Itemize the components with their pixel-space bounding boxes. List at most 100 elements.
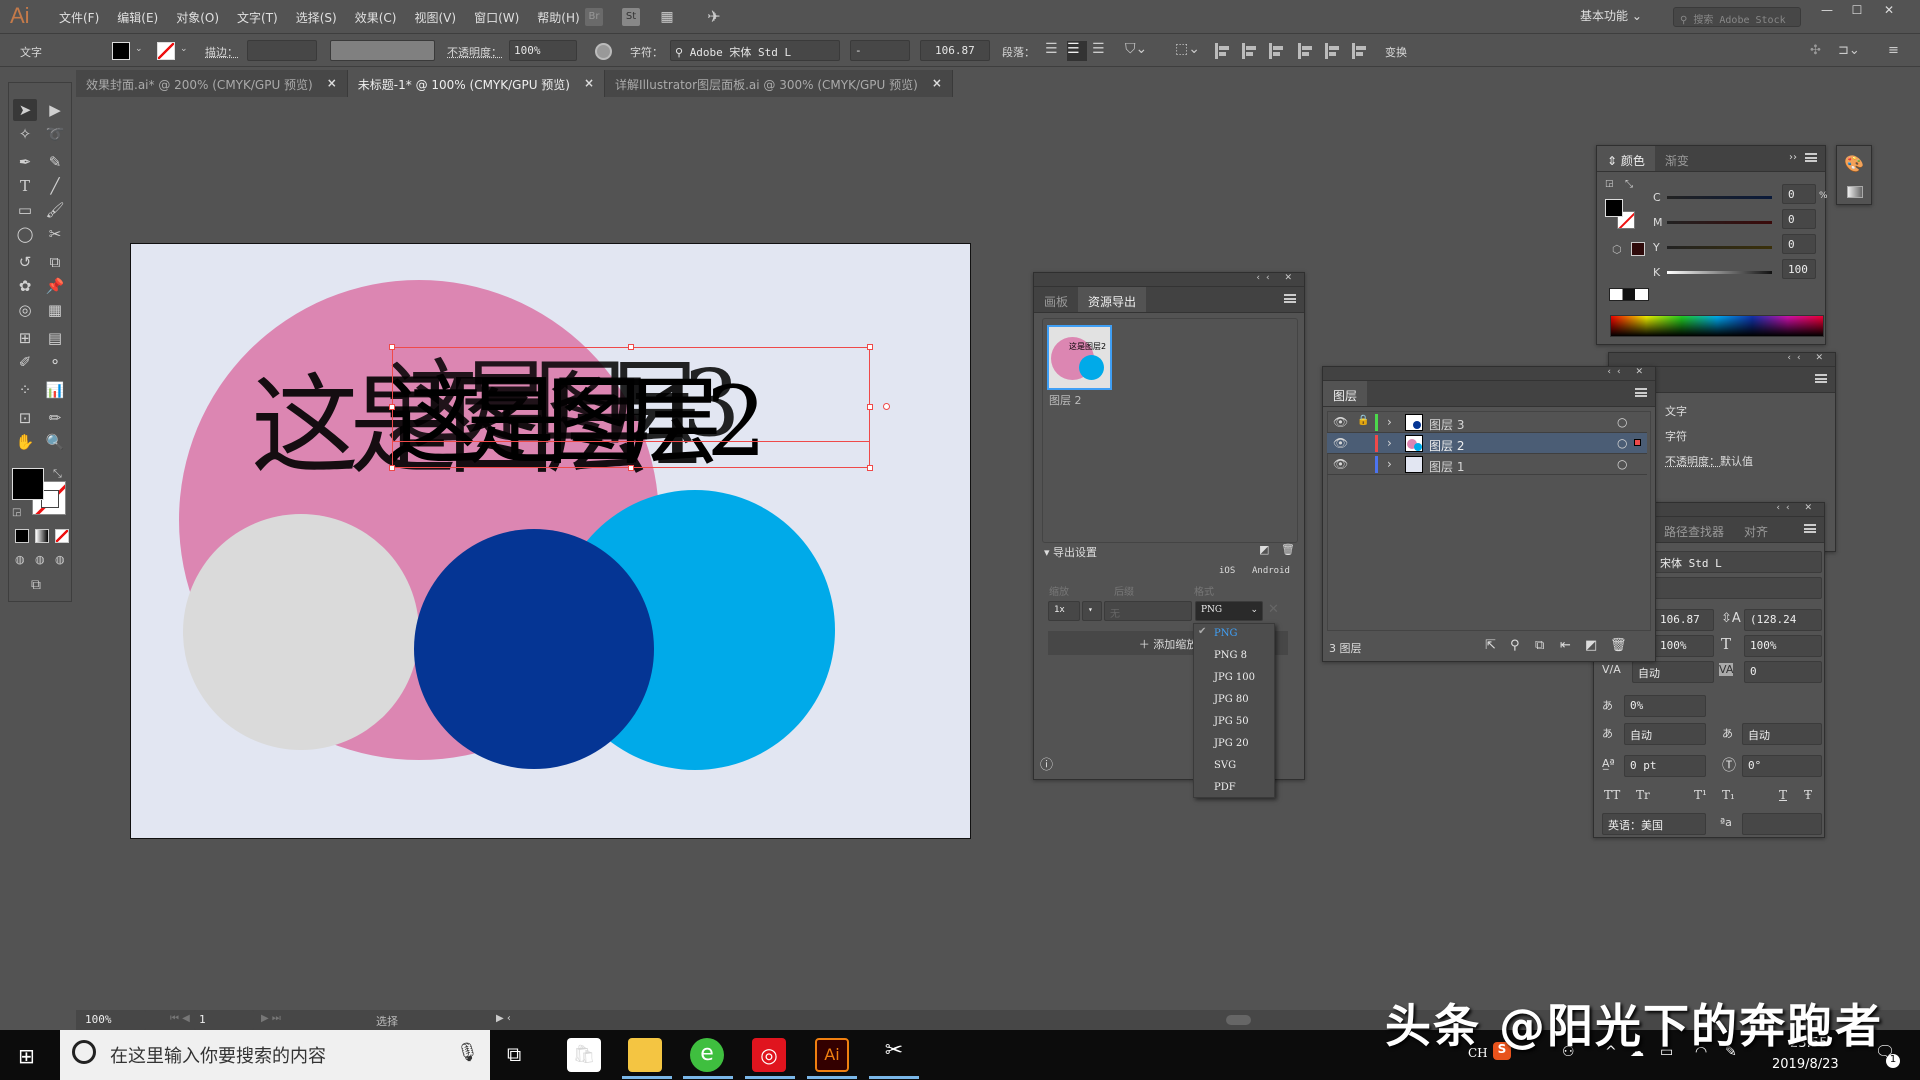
properties-opacity[interactable]: 不透明度：默认值 bbox=[1665, 453, 1753, 469]
info-icon[interactable]: ⓘ bbox=[1040, 754, 1053, 773]
gradient-tool-icon[interactable]: ▤ bbox=[43, 327, 67, 349]
scale-input[interactable]: 1x bbox=[1048, 601, 1080, 621]
properties-item-character[interactable]: 字符 bbox=[1665, 428, 1687, 444]
tab-color[interactable]: ⇕ 颜色 bbox=[1597, 146, 1655, 171]
transform-label[interactable]: 变换 bbox=[1385, 44, 1407, 60]
web-safe-color-swatch[interactable] bbox=[1631, 242, 1645, 256]
microsoft-store-icon[interactable]: 🛍 bbox=[567, 1038, 601, 1072]
swap-fill-stroke-icon[interactable]: ⤡ bbox=[1625, 179, 1633, 190]
locate-object-icon[interactable]: ⚲ bbox=[1510, 638, 1520, 653]
curvature-tool-icon[interactable]: ✎ bbox=[43, 151, 67, 173]
align-left-icon[interactable]: ☰ bbox=[1045, 41, 1065, 61]
illustrator-icon[interactable]: Ai bbox=[815, 1038, 849, 1072]
asset-name[interactable]: 图层 2 bbox=[1049, 392, 1082, 408]
gray-circle[interactable] bbox=[183, 514, 419, 750]
close-tab-icon[interactable]: × bbox=[932, 76, 942, 91]
recolor-artwork-icon[interactable] bbox=[595, 43, 612, 60]
delete-layer-icon[interactable]: 🗑 bbox=[1610, 638, 1627, 653]
tab-untitled-1[interactable]: 未标题-1* @ 100% (CMYK/GPU 预览) × bbox=[347, 70, 606, 97]
layer-name[interactable]: 图层 1 bbox=[1429, 458, 1464, 475]
char-aki-left[interactable]: 自动 bbox=[1624, 723, 1706, 745]
taskbar-search-box[interactable]: 在这里输入你要搜索的内容 🎙 bbox=[60, 1030, 490, 1080]
status-menu-arrow-icon[interactable]: ▶ ‹ bbox=[496, 1013, 511, 1024]
arrange-documents-icon[interactable]: ▦ bbox=[655, 8, 679, 26]
panel-menu-icon[interactable] bbox=[1805, 153, 1817, 162]
channel-y-input[interactable]: 0 bbox=[1782, 234, 1816, 254]
target-circle-icon[interactable]: ○ bbox=[1617, 415, 1627, 429]
shape-builder-tool-icon[interactable]: ◎ bbox=[13, 299, 37, 321]
menu-window[interactable]: 窗口(W) bbox=[465, 9, 528, 26]
tab-asset-export[interactable]: 资源导出 bbox=[1078, 287, 1147, 312]
netease-music-icon[interactable]: ◎ bbox=[752, 1038, 786, 1072]
font-family-select[interactable]: ⚲ Adobe 宋体 Std L bbox=[670, 40, 840, 61]
suffix-input[interactable]: 无 bbox=[1104, 601, 1192, 621]
puppet-warp-icon[interactable]: ⛉⌄ bbox=[1125, 41, 1147, 57]
panel-menu-icon[interactable] bbox=[1635, 388, 1647, 397]
rectangle-tool-icon[interactable]: ▭ bbox=[13, 199, 37, 221]
file-explorer-icon[interactable] bbox=[628, 1038, 662, 1072]
direct-selection-tool-icon[interactable]: ▶ bbox=[43, 99, 67, 121]
char-kerning[interactable]: 自动 bbox=[1632, 661, 1714, 683]
collapse-close-icons[interactable]: ‹‹ ✕ bbox=[1787, 353, 1829, 363]
close-button[interactable]: ✕ bbox=[1874, 1, 1904, 19]
tab-artboards[interactable]: 画板 bbox=[1034, 287, 1078, 312]
isolate-icon[interactable]: ✣ bbox=[1810, 43, 1821, 58]
type-tool-icon[interactable]: T bbox=[13, 175, 37, 197]
collapse-close-icons[interactable]: ‹‹ ✕ bbox=[1607, 367, 1649, 377]
stock-search-input[interactable]: ⚲ 搜索 Adobe Stock bbox=[1673, 7, 1801, 27]
slice-tool-icon[interactable]: ✏ bbox=[43, 407, 67, 429]
column-graph-tool-icon[interactable]: 📊 bbox=[43, 379, 67, 401]
font-size-input[interactable]: 106.87 bbox=[920, 40, 990, 61]
align-horizontal-center-icon[interactable] bbox=[1242, 43, 1258, 59]
channel-k-input[interactable]: 100 bbox=[1782, 259, 1816, 279]
tab-pathfinder[interactable]: 路径查找器 bbox=[1654, 517, 1734, 542]
menu-view[interactable]: 视图(V) bbox=[405, 9, 465, 26]
windows-start-icon[interactable]: ⊞ bbox=[18, 1044, 35, 1068]
font-style-select[interactable]: - bbox=[850, 40, 910, 61]
collapse-close-icons[interactable]: ‹‹ ✕ bbox=[1256, 273, 1298, 283]
layer-name[interactable]: 图层 3 bbox=[1429, 416, 1464, 433]
channel-y-slider[interactable] bbox=[1667, 246, 1772, 249]
layer-row-3[interactable]: 👁 🔒 › 图层 3 ○ bbox=[1327, 412, 1647, 433]
artboard[interactable]: 这是图层3 这是图层1 这是图层2 bbox=[130, 243, 971, 839]
expand-icon[interactable]: ›› bbox=[1789, 152, 1797, 163]
visibility-eye-icon[interactable]: 👁 bbox=[1333, 415, 1348, 429]
draw-behind-icon[interactable]: ◍ bbox=[35, 553, 45, 566]
char-font-family[interactable]: 宋体 Std L bbox=[1654, 551, 1822, 573]
handle-mr[interactable] bbox=[867, 404, 873, 410]
stroke-weight-input[interactable] bbox=[247, 40, 317, 61]
char-rotation[interactable]: 0° bbox=[1742, 755, 1822, 777]
menu-help[interactable]: 帮助(H) bbox=[528, 9, 588, 26]
superscript-button[interactable]: T¹ bbox=[1694, 788, 1707, 802]
char-tsume[interactable]: 0% bbox=[1624, 695, 1706, 717]
lock-icon[interactable]: 🔒 bbox=[1357, 415, 1369, 426]
artboard-number-select[interactable]: 1 bbox=[194, 1010, 254, 1030]
swap-colors-icon[interactable]: ⤡ bbox=[53, 467, 62, 481]
strikethrough-button[interactable]: Ŧ bbox=[1804, 788, 1812, 802]
perspective-grid-tool-icon[interactable]: ▦ bbox=[43, 299, 67, 321]
format-option-jpg50[interactable]: JPG 50 bbox=[1214, 716, 1249, 727]
all-caps-button[interactable]: TT bbox=[1604, 788, 1620, 802]
task-view-icon[interactable]: ⧉ bbox=[507, 1042, 521, 1066]
color-spectrum[interactable] bbox=[1610, 315, 1824, 337]
zoom-tool-icon[interactable]: 🔍 bbox=[43, 431, 67, 453]
handle-tr[interactable] bbox=[867, 344, 873, 350]
rotate-tool-icon[interactable]: ↺ bbox=[13, 251, 37, 273]
new-layer-icon[interactable]: ◩ bbox=[1585, 638, 1597, 653]
remove-scale-icon[interactable]: ✕ bbox=[1268, 602, 1279, 617]
collapse-close-icons[interactable]: ‹‹ ✕ bbox=[1776, 503, 1818, 513]
zoom-select[interactable]: 100% bbox=[80, 1010, 146, 1030]
color-guide-palette-icon[interactable]: 🎨 bbox=[1844, 154, 1864, 173]
selected-art-indicator[interactable] bbox=[1634, 439, 1641, 446]
align-to-icon[interactable]: ⬚⌄ bbox=[1175, 41, 1200, 57]
next-artboard-icon[interactable]: ▶ ⏭ bbox=[261, 1013, 281, 1024]
layer-row-2[interactable]: 👁 › 图层 2 ○ bbox=[1327, 433, 1647, 454]
selection-bounding-box[interactable] bbox=[392, 347, 870, 468]
tab-layers-tutorial[interactable]: 详解Illustrator图层面板.ai @ 300% (CMYK/GPU 预览… bbox=[605, 70, 953, 97]
maximize-button[interactable]: ☐ bbox=[1842, 1, 1872, 19]
export-settings-header[interactable]: ▾ 导出设置 bbox=[1044, 544, 1097, 560]
new-sublayer-icon[interactable]: ⇤ bbox=[1560, 638, 1571, 653]
channel-k-slider[interactable] bbox=[1667, 271, 1772, 274]
fill-black-swatch[interactable] bbox=[1605, 199, 1623, 217]
gradient-panel-icon[interactable] bbox=[1847, 186, 1863, 198]
